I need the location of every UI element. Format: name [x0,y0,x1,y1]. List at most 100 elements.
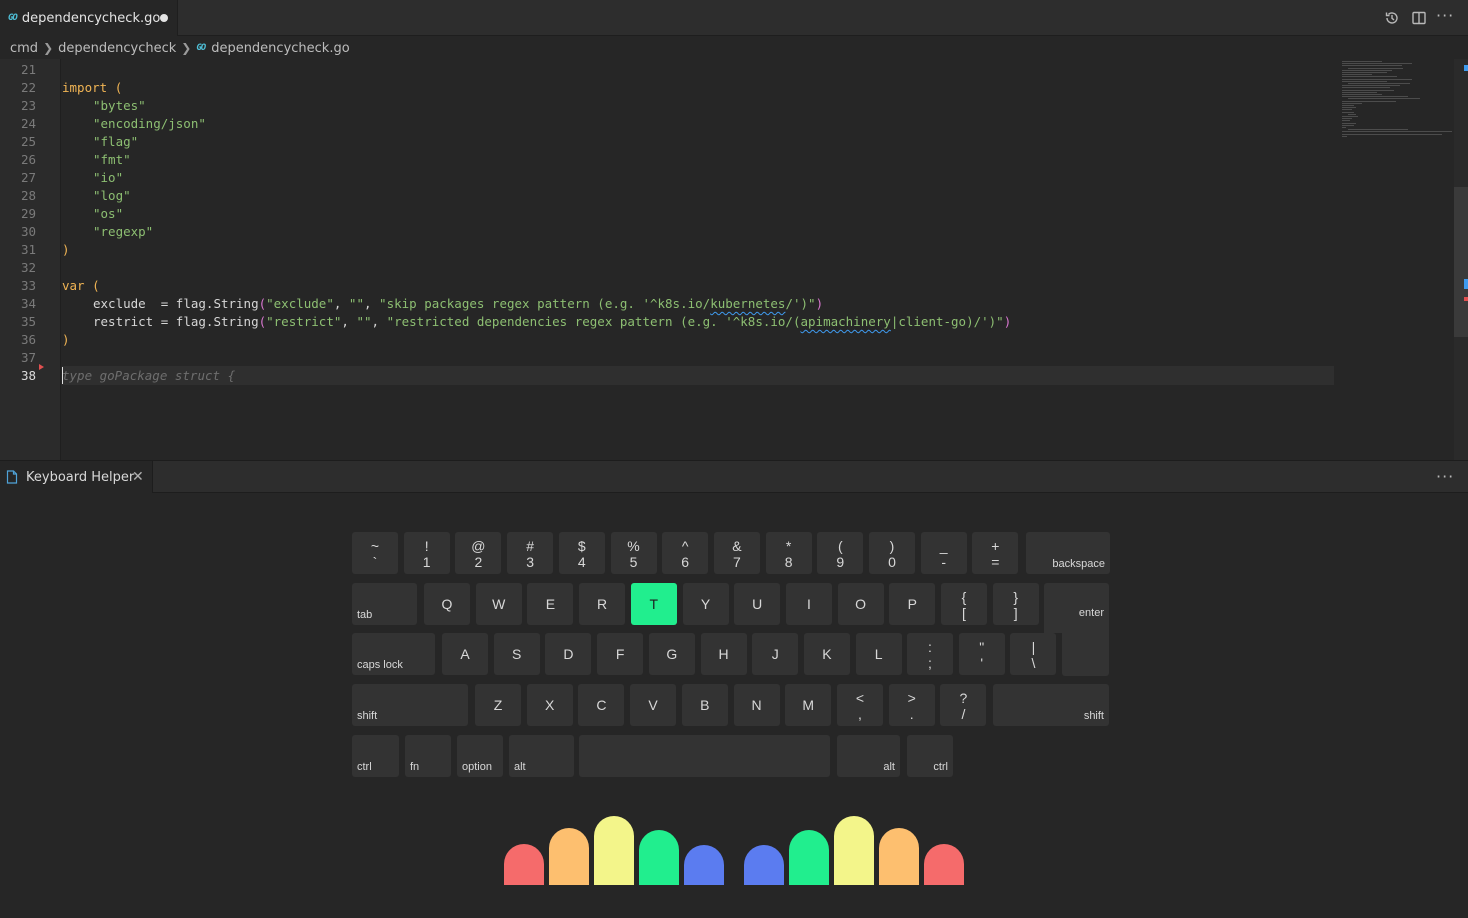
key-b[interactable]: B [681,684,728,726]
code-line-33: var ( [62,278,100,293]
scrollbar-thumb[interactable] [1454,187,1468,337]
key-comma[interactable]: <, [837,684,883,726]
key-label: enter [1078,607,1104,619]
key-d[interactable]: D [545,633,592,675]
key-s[interactable]: S [493,633,540,675]
code-line-38: type goPackage struct { [62,367,235,385]
key-;[interactable]: :; [907,633,953,675]
key-o[interactable]: O [837,583,884,625]
key-shift-label: + [991,538,1000,554]
key-l[interactable]: L [855,633,902,675]
key-h[interactable]: H [700,633,747,675]
key-tab[interactable]: tab [352,583,417,625]
key-shift-label: ( [837,538,843,554]
line-number: 23 [20,98,36,113]
key-option[interactable]: option [457,735,503,777]
key-fn[interactable]: fn [405,735,451,777]
key-caps-lock[interactable]: caps lock [352,633,435,675]
chevron-right-icon: ❯ [43,41,54,55]
key-label: 1 [422,554,431,570]
more-actions-icon[interactable]: ··· [1436,8,1454,24]
key-label: D [563,646,574,662]
breadcrumb-item-folder[interactable]: dependencycheck [58,41,176,56]
key-label: alt [514,761,526,773]
key--[interactable]: _ - [920,532,967,574]
key-ctrl-left[interactable]: ctrl [352,735,399,777]
key-label: - [941,554,947,570]
key-shift-left[interactable]: shift [352,684,468,726]
key-=[interactable]: + = [972,532,1019,574]
key-v[interactable]: V [630,684,677,726]
key-space[interactable] [579,735,830,777]
key-i[interactable]: I [785,583,832,625]
key-3[interactable]: #3 [507,532,554,574]
key-q[interactable]: Q [424,583,470,625]
key-c[interactable]: C [578,684,625,726]
key-j[interactable]: J [752,633,799,675]
key-ctrl-right[interactable]: ctrl [907,735,953,777]
key-[[interactable]: {[ [941,583,987,625]
key-label: C [596,697,607,713]
key-r[interactable]: R [579,583,626,625]
key-8[interactable]: * 8 [765,532,812,574]
key-u[interactable]: U [734,583,781,625]
key-1[interactable]: ! 1 [403,532,450,574]
key-6[interactable]: ^ 6 [662,532,709,574]
key-e[interactable]: E [527,583,574,625]
key-k[interactable]: K [803,633,850,675]
key-4[interactable]: $4 [558,532,605,574]
code-line-35: restrict = flag.String("restrict", "", "… [93,314,1012,329]
key-label: ' [980,655,984,671]
key-9[interactable]: (9 [817,532,864,574]
key-shift-label: { [961,589,967,605]
unsaved-dot-icon[interactable] [160,14,168,22]
key-shift-label: ~ [370,538,380,554]
key-t[interactable]: T [630,583,677,625]
key-x[interactable]: X [526,684,573,726]
key-0[interactable]: ) 0 [869,532,915,574]
key-][interactable]: }] [992,583,1039,625]
key-z[interactable]: Z [475,684,521,726]
key-period[interactable]: >. [888,684,935,726]
key-n[interactable]: N [733,684,780,726]
minimap-line [1342,76,1397,78]
key-alt-left[interactable]: alt [509,735,574,777]
key-5[interactable]: % 5 [610,532,657,574]
key-label: F [615,646,625,662]
key-f[interactable]: F [597,633,644,675]
split-editor-icon[interactable] [1410,9,1428,27]
close-icon[interactable]: ✕ [132,469,144,485]
minimap[interactable] [1338,59,1454,149]
key-enter-lower[interactable] [1062,625,1109,676]
code-line-28: "log" [93,188,131,203]
key-backslash[interactable]: | \ [1010,633,1057,675]
key-w[interactable]: W [475,583,522,625]
key-label: , [858,706,862,722]
panel-tab-keyboard-helper[interactable]: Keyboard Helper [0,461,153,493]
key-shift-label: ) [889,538,895,554]
key-shift-right[interactable]: shift [993,684,1109,726]
key-label: 2 [474,554,483,570]
code-area[interactable]: import ( "bytes" "encoding/json" "flag" … [62,59,1334,460]
breadcrumb-item-file[interactable]: dependencycheck.go [211,41,349,56]
key-backspace[interactable]: backspace [1026,532,1110,574]
key-slash[interactable]: ? / [940,684,987,726]
key-m[interactable]: M [785,684,832,726]
key-y[interactable]: Y [682,583,729,625]
key-label: R [597,596,608,612]
timeline-history-icon[interactable] [1383,9,1401,27]
key-alt-right[interactable]: alt [837,735,900,777]
file-tab[interactable]: GO dependencycheck.go [0,0,178,36]
key-2[interactable]: @2 [455,532,502,574]
key-`[interactable]: ~ ` [352,532,398,574]
key-a[interactable]: A [442,633,488,675]
key-g[interactable]: G [648,633,695,675]
key-label: K [822,646,832,662]
code-editor[interactable]: 21 22 23 24 25 26 27 28 29 30 31 32 33 34 35 36 37 38 imp… [0,59,1468,460]
key-7[interactable]: & 7 [713,532,760,574]
key-p[interactable]: P [889,583,936,625]
breadcrumb-item-cmd[interactable]: cmd [10,41,38,56]
key-shift-label: & [732,538,742,554]
key-'[interactable]: " ' [958,633,1005,675]
more-actions-icon[interactable]: ··· [1436,467,1454,486]
